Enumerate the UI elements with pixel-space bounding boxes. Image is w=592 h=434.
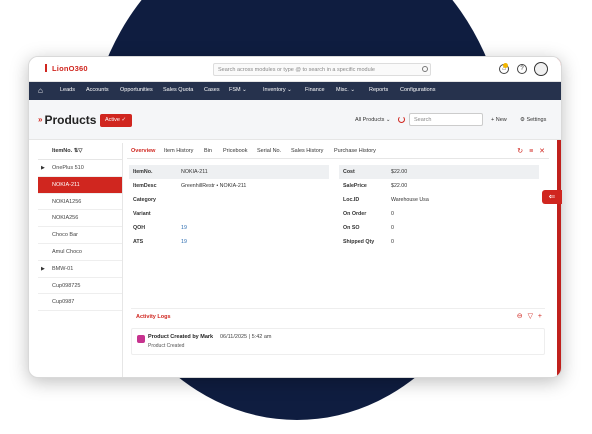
settings-button[interactable]: ⚙ Settings xyxy=(520,117,546,123)
list-header[interactable]: ItemNo. ⇅▽ xyxy=(38,143,122,160)
double-chevron-icon: » xyxy=(38,115,43,124)
activity-entry-time: 06/11/2025 | 5:42 am xyxy=(220,334,272,340)
nav-cases[interactable]: Cases xyxy=(204,87,220,93)
expand-caret-icon[interactable]: ▶ xyxy=(41,165,45,171)
field-row: ItemDesc GreenhillRestr • NOKIA-211 xyxy=(133,183,247,189)
field-row: ATS 19 xyxy=(133,239,187,245)
list-item[interactable]: NOKIA256 xyxy=(38,210,122,228)
nav-leads[interactable]: Leads xyxy=(60,87,75,93)
page-title: » Products xyxy=(38,113,97,127)
app-logo[interactable]: LionO360 xyxy=(45,64,88,73)
list-item[interactable]: Cup098725 xyxy=(38,278,122,295)
refresh-icon[interactable]: ↻ xyxy=(517,148,523,155)
field-row: SalePrice $22.00 xyxy=(343,183,408,189)
field-row: On SO 0 xyxy=(343,225,394,231)
tab-purchase-history[interactable]: Purchase History xyxy=(334,148,376,154)
tab-serial-no[interactable]: Serial No. xyxy=(257,148,281,154)
menu-icon[interactable]: ≡ xyxy=(529,148,533,155)
nav-misc[interactable]: Misc. ⌄ xyxy=(336,87,355,93)
list-item[interactable]: Amul Choco xyxy=(38,244,122,261)
info-icon[interactable] xyxy=(422,66,428,72)
field-row: ItemNo. NOKIA-211 xyxy=(129,165,329,179)
field-row: Shipped Qty 0 xyxy=(343,239,394,245)
app-window: LionO360 Search across modules or type @… xyxy=(28,56,562,378)
home-icon[interactable]: ⌂ xyxy=(38,87,46,95)
field-row: Variant xyxy=(133,211,151,217)
nav-fsm[interactable]: FSM ⌄ xyxy=(229,87,247,93)
detail-tabs: Overview Item History Bin Pricebook Seri… xyxy=(127,143,549,159)
list-item[interactable]: NOKIA1256 xyxy=(38,194,122,211)
nav-sales-quota[interactable]: Sales Quota xyxy=(163,87,193,93)
field-row: Cost $22.00 xyxy=(339,165,539,179)
tab-bin[interactable]: Bin xyxy=(204,148,212,154)
field-row: Category xyxy=(133,197,156,203)
nav-reports[interactable]: Reports xyxy=(369,87,388,93)
fields-left: ItemNo. NOKIA-211 ItemDesc GreenhillRestr … xyxy=(129,165,329,249)
logo-mark-icon xyxy=(45,64,50,72)
sort-filter-icon[interactable]: ⇅▽ xyxy=(74,148,83,154)
tab-item-history[interactable]: Item History xyxy=(164,148,193,154)
activity-actions: ⊖ ▽ + xyxy=(517,312,542,320)
expand-caret-icon[interactable]: ▶ xyxy=(41,266,45,272)
activity-logs-header: Activity Logs ⊖ ▽ + xyxy=(131,308,545,323)
fields-right: Cost $22.00 SalePrice $22.00 Loc.ID Warehou… xyxy=(339,165,539,249)
status-dropdown-button[interactable]: Active ✓ xyxy=(100,114,132,127)
list-item[interactable]: Choco Bar xyxy=(38,227,122,244)
product-detail: Overview Item History Bin Pricebook Seri… xyxy=(127,143,549,377)
activity-entry[interactable]: Product Created by Mark 06/11/2025 | 5:4… xyxy=(131,328,545,355)
filter-icon[interactable]: ▽ xyxy=(528,313,533,320)
nav-inventory[interactable]: Inventory ⌄ xyxy=(263,87,292,93)
list-item-selected[interactable]: NOKIA-211 xyxy=(38,176,122,194)
page-header: » Products Active ✓ All Products ⌄ Search… xyxy=(29,100,561,140)
add-icon[interactable]: + xyxy=(538,313,542,320)
activity-entry-subtitle: Product Created xyxy=(148,343,185,349)
arrow-left-icon: ⇐ xyxy=(548,192,556,201)
activity-logs-title: Activity Logs xyxy=(136,314,171,320)
product-filter-dropdown[interactable]: All Products ⌄ xyxy=(355,117,390,123)
user-avatar[interactable] xyxy=(534,62,548,76)
lock-icon[interactable]: ⊖ xyxy=(517,313,523,320)
activity-type-icon xyxy=(137,335,145,343)
list-item[interactable]: ▶ OnePlus 510 xyxy=(38,160,122,177)
new-button[interactable]: + New xyxy=(491,117,507,123)
tab-sales-history[interactable]: Sales History xyxy=(291,148,323,154)
nav-configurations[interactable]: Configurations xyxy=(400,87,435,93)
field-row: QOH 19 xyxy=(133,225,187,231)
help-icon[interactable]: ? xyxy=(517,64,527,74)
list-item[interactable]: Cup0987 xyxy=(38,294,122,312)
top-header: LionO360 Search across modules or type @… xyxy=(29,57,561,82)
nav-accounts[interactable]: Accounts xyxy=(86,87,109,93)
detail-actions: ↻ ≡ ✕ xyxy=(517,147,545,155)
product-list: ItemNo. ⇅▽ ▶ OnePlus 510 NOKIA-211 NOKIA1… xyxy=(38,143,123,377)
list-item[interactable]: ▶ BMW-01 xyxy=(38,261,122,278)
main-nav: ⌂ Leads Accounts Opportunities Sales Quo… xyxy=(29,82,561,100)
stage: LionO360 Search across modules or type @… xyxy=(0,0,592,434)
activity-entry-title: Product Created by Mark xyxy=(148,334,214,340)
field-row: Loc.ID Warehouse Usa xyxy=(343,197,429,203)
refresh-icon[interactable] xyxy=(398,116,405,123)
close-icon[interactable]: ✕ xyxy=(539,148,545,155)
side-collapse-tab[interactable]: ⇐ xyxy=(542,190,562,204)
product-search-input[interactable]: Search xyxy=(409,113,483,126)
notification-dot-icon xyxy=(503,63,508,68)
tab-pricebook[interactable]: Pricebook xyxy=(223,148,247,154)
global-search-input[interactable]: Search across modules or type @ to searc… xyxy=(213,63,431,76)
nav-opportunities[interactable]: Opportunities xyxy=(120,87,153,93)
nav-finance[interactable]: Finance xyxy=(305,87,325,93)
field-row: On Order 0 xyxy=(343,211,394,217)
tab-overview[interactable]: Overview xyxy=(131,148,155,154)
